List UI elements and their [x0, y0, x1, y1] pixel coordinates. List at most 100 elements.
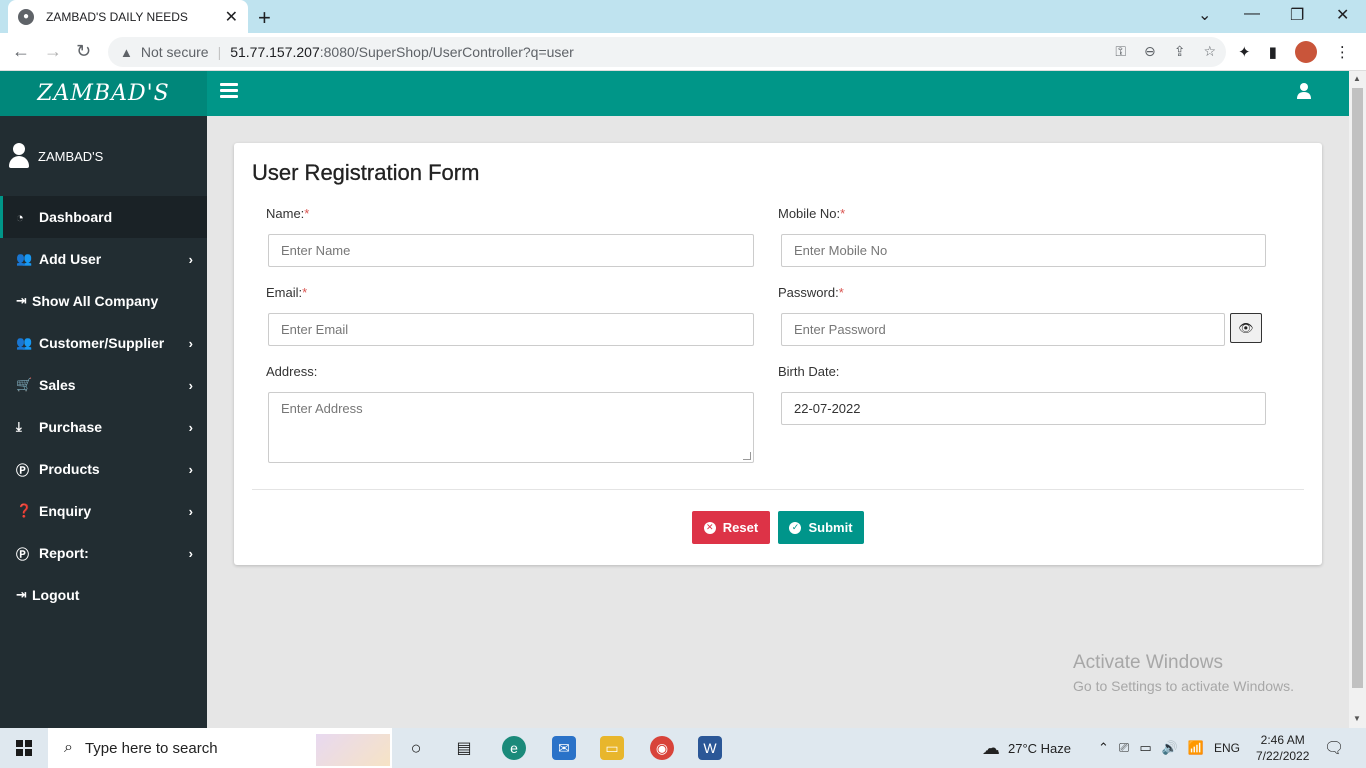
reload-icon[interactable]: ↻ [76, 41, 91, 62]
close-window-button[interactable]: ✕ [1336, 5, 1349, 25]
password-input[interactable]: Enter Password [781, 313, 1225, 346]
users-icon: 👥 [16, 335, 33, 350]
omnibox-separator: | [217, 44, 222, 60]
key-icon[interactable]: ⚿ [1115, 43, 1126, 60]
scroll-down-icon[interactable]: ▼ [1353, 714, 1361, 723]
side-panel-icon[interactable]: ▮ [1269, 43, 1277, 61]
windows-start-icon[interactable] [16, 740, 32, 756]
name-label-text: Name: [266, 206, 305, 221]
chevron-right-icon: › [188, 419, 193, 435]
volume-icon[interactable]: 🔊 [1162, 740, 1178, 756]
sidebar-item-products[interactable]: Ⓟ Products › [0, 448, 207, 490]
network-icon[interactable]: 📶 [1188, 740, 1204, 756]
app-header: ZAMBAD'S [0, 71, 1349, 116]
bookmark-star-icon[interactable]: ☆ [1203, 43, 1216, 60]
signout-icon: ⇥ [16, 587, 27, 602]
sidebar-item-label: Products [39, 461, 100, 477]
url-path: :8080/SuperShop/UserController?q=user [319, 44, 574, 60]
weather-widget[interactable]: ☁ 27°C Haze [982, 728, 1071, 768]
hamburger-menu-icon[interactable] [220, 83, 238, 99]
warning-icon: ▲ [120, 44, 133, 60]
chrome-icon[interactable]: ◉ [650, 736, 674, 760]
chevron-up-icon[interactable]: ⌃ [1098, 740, 1109, 756]
notifications-icon[interactable]: 🗨 [1324, 728, 1344, 768]
task-view-icon[interactable]: ▤ [452, 736, 476, 760]
check-circle-icon: ✓ [789, 521, 802, 534]
battery-icon[interactable]: ▭ [1139, 740, 1151, 756]
security-label: Not secure [140, 44, 209, 60]
zoom-icon[interactable]: ⊖ [1144, 43, 1156, 60]
file-explorer-icon[interactable]: ▭ [600, 736, 624, 760]
sidebar-item-show-all-company[interactable]: ⇥ Show All Company [0, 280, 207, 322]
url-host: 51.77.157.207 [230, 44, 320, 60]
browser-toolbar: ← → ↻ ▲ Not secure | 51.77.157.207 :8080… [0, 33, 1366, 71]
cortana-icon[interactable]: ○ [404, 736, 428, 760]
search-icon: ⌕ [64, 739, 73, 756]
activate-windows-watermark: Activate Windows Go to Settings to activ… [1073, 652, 1294, 694]
mail-icon[interactable]: ✉ [552, 736, 576, 760]
language-indicator[interactable]: ENG [1214, 741, 1240, 755]
sidebar-item-purchase[interactable]: ⤓ Purchase › [0, 406, 207, 448]
required-mark: * [840, 206, 846, 221]
sidebar-item-dashboard[interactable]: ◔ Dashboard [0, 196, 207, 238]
email-input[interactable]: Enter Email [268, 313, 754, 346]
chevron-right-icon: › [188, 461, 193, 477]
chevron-right-icon: › [188, 545, 193, 561]
extensions-icon[interactable]: ✦ [1238, 43, 1251, 61]
tab-search-icon[interactable]: ⌄ [1198, 5, 1211, 25]
word-icon[interactable]: W [698, 736, 722, 760]
meet-now-icon[interactable]: ⎚ [1119, 740, 1129, 756]
cart-icon: 🛒 [16, 377, 33, 392]
address-bar[interactable]: ▲ Not secure | 51.77.157.207 :8080/Super… [108, 37, 1226, 67]
sidebar-item-enquiry[interactable]: ❓ Enquiry › [0, 490, 207, 532]
scroll-up-icon[interactable]: ▲ [1353, 74, 1361, 83]
required-mark: * [304, 206, 310, 221]
forward-icon[interactable]: → [44, 41, 62, 62]
scroll-thumb[interactable] [1352, 88, 1363, 688]
sidebar-item-label: Purchase [39, 419, 103, 435]
sidebar-item-add-user[interactable]: 👥 Add User › [0, 238, 207, 280]
mobile-input[interactable]: Enter Mobile No [781, 234, 1266, 267]
resize-handle[interactable] [743, 452, 751, 460]
email-label: Email:* [266, 285, 307, 300]
reset-button[interactable]: ✕ Reset [692, 511, 770, 544]
edge-icon[interactable]: e [502, 736, 526, 760]
report-icon: Ⓟ [16, 546, 30, 562]
download-icon: ⤓ [16, 419, 22, 434]
menu-dots-icon[interactable]: ⋮ [1335, 43, 1350, 61]
password-label: Password:* [778, 285, 844, 300]
submit-button[interactable]: ✓ Submit [778, 511, 864, 544]
brand-logo[interactable]: ZAMBAD'S [0, 71, 207, 116]
restore-button[interactable]: ❐ [1290, 5, 1304, 25]
chevron-right-icon: › [188, 377, 193, 393]
tab-title: ZAMBAD'S DAILY NEEDS [46, 9, 188, 24]
clock-date: 7/22/2022 [1256, 749, 1310, 763]
signin-icon: ⇥ [16, 293, 27, 308]
sidebar-item-label: Sales [39, 377, 76, 393]
new-tab-button[interactable]: + [258, 5, 271, 31]
user-avatar-icon [8, 143, 30, 169]
address-textarea[interactable]: Enter Address [268, 392, 754, 463]
show-password-eye-icon[interactable]: 👁 [1230, 313, 1262, 343]
user-icon[interactable] [1297, 83, 1311, 104]
page-scrollbar[interactable]: ▲ ▼ [1349, 71, 1366, 728]
name-input[interactable]: Enter Name [268, 234, 754, 267]
birth-date-input[interactable]: 22-07-2022 [781, 392, 1266, 425]
sidebar-item-logout[interactable]: ⇥ Logout [0, 574, 207, 616]
minimize-button[interactable]: — [1244, 5, 1260, 23]
back-icon[interactable]: ← [12, 41, 30, 62]
sidebar-item-sales[interactable]: 🛒 Sales › [0, 364, 207, 406]
required-mark: * [838, 285, 844, 300]
profile-avatar[interactable] [1294, 41, 1317, 63]
taskbar-clock[interactable]: 2:46 AM 7/22/2022 [1256, 732, 1309, 764]
share-icon[interactable]: ⇪ [1174, 43, 1186, 60]
browser-tab[interactable]: ● ZAMBAD'S DAILY NEEDS ✕ [8, 0, 248, 33]
close-tab-icon[interactable]: ✕ [225, 7, 238, 27]
dashboard-icon: ◔ [16, 209, 24, 225]
sidebar-item-customer-supplier[interactable]: 👥 Customer/Supplier › [0, 322, 207, 364]
weather-text: 27°C Haze [1008, 740, 1072, 756]
taskbar-search[interactable]: ⌕ Type here to search [48, 728, 392, 768]
user-registration-card: User Registration Form Name:* Enter Name… [234, 143, 1322, 565]
required-mark: * [302, 285, 308, 300]
sidebar-item-report[interactable]: Ⓟ Report: › [0, 532, 207, 574]
